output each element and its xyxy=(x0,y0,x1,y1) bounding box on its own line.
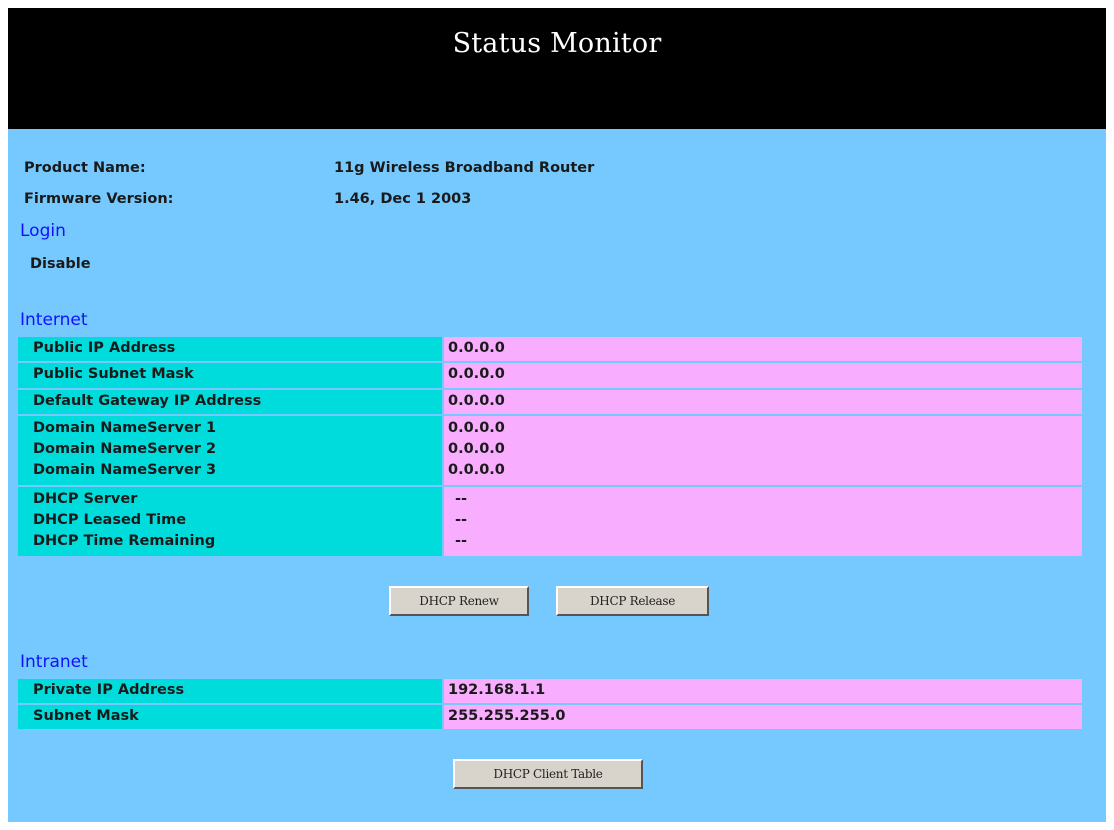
table-row: Public IP Address 0.0.0.0 xyxy=(18,337,1082,361)
firmware-version-label: Firmware Version: xyxy=(24,191,174,207)
table-row: Public Subnet Mask 0.0.0.0 xyxy=(18,363,1082,388)
table-row: Private IP Address 192.168.1.1 xyxy=(18,679,1082,703)
dns1-value: 0.0.0.0 xyxy=(448,420,505,436)
private-ip-label: Private IP Address xyxy=(33,682,185,698)
dns3-value: 0.0.0.0 xyxy=(448,462,505,478)
private-ip-value: 192.168.1.1 xyxy=(448,682,546,698)
public-subnet-label: Public Subnet Mask xyxy=(33,366,194,382)
product-name-label: Product Name: xyxy=(24,160,146,176)
login-heading: Login xyxy=(20,221,66,241)
table-row: Domain NameServer 1 Domain NameServer 2 … xyxy=(18,416,1082,485)
dhcp-time-remaining-value: -- xyxy=(455,533,468,549)
dhcp-renew-button[interactable]: DHCP Renew xyxy=(389,586,529,616)
dhcp-leased-time-label: DHCP Leased Time xyxy=(33,512,187,528)
dns1-label: Domain NameServer 1 xyxy=(33,420,217,436)
dhcp-leased-time-value: -- xyxy=(455,512,468,528)
dns2-label: Domain NameServer 2 xyxy=(33,441,217,457)
table-row: Subnet Mask 255.255.255.0 xyxy=(18,705,1082,729)
dns2-value: 0.0.0.0 xyxy=(448,441,505,457)
public-subnet-value: 0.0.0.0 xyxy=(448,366,505,382)
login-status: Disable xyxy=(30,256,91,272)
dhcp-client-table-button[interactable]: DHCP Client Table xyxy=(453,759,643,789)
public-ip-value: 0.0.0.0 xyxy=(448,340,505,356)
dns3-label: Domain NameServer 3 xyxy=(33,462,217,478)
public-ip-label: Public IP Address xyxy=(33,340,176,356)
subnet-mask-value: 255.255.255.0 xyxy=(448,708,566,724)
dhcp-time-remaining-label: DHCP Time Remaining xyxy=(33,533,216,549)
gateway-value: 0.0.0.0 xyxy=(448,393,505,409)
page-title: Status Monitor xyxy=(452,28,662,59)
dhcp-release-button[interactable]: DHCP Release xyxy=(556,586,709,616)
gateway-label: Default Gateway IP Address xyxy=(33,393,262,409)
table-row: Default Gateway IP Address 0.0.0.0 xyxy=(18,390,1082,414)
subnet-mask-label: Subnet Mask xyxy=(33,708,139,724)
status-monitor-page: Status Monitor Product Name: 11g Wireles… xyxy=(8,8,1106,822)
internet-heading: Internet xyxy=(20,310,88,330)
firmware-version-value: 1.46, Dec 1 2003 xyxy=(334,191,472,207)
product-name-value: 11g Wireless Broadband Router xyxy=(334,160,595,176)
dhcp-server-value: -- xyxy=(455,491,468,507)
table-row: DHCP Server DHCP Leased Time DHCP Time R… xyxy=(18,487,1082,556)
header-bar: Status Monitor xyxy=(8,8,1106,129)
dhcp-server-label: DHCP Server xyxy=(33,491,138,507)
intranet-heading: Intranet xyxy=(20,652,88,672)
